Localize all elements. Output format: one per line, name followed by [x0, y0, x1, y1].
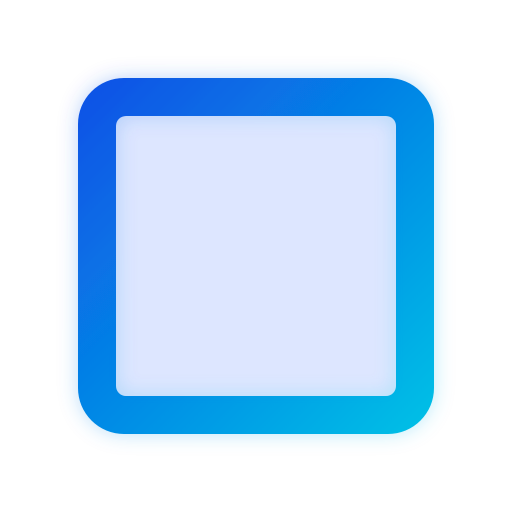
square-outline-icon	[78, 78, 434, 434]
icon-canvas	[0, 0, 512, 512]
inner-shade	[118, 118, 394, 394]
